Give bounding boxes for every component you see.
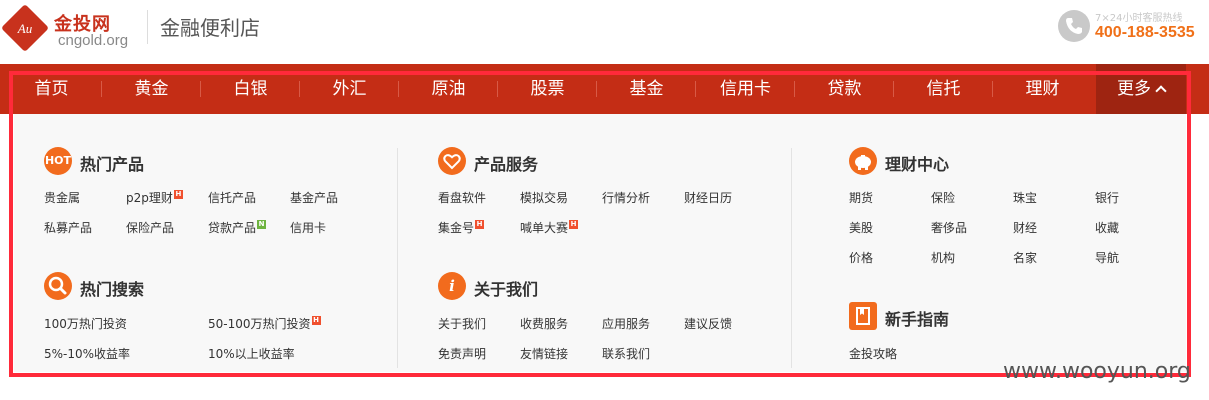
site-header: Au 金投网 cngold.org 金融便利店 7×24小时客服热线 400-1… xyxy=(0,0,1209,64)
link-loan-products[interactable]: 贷款产品 N xyxy=(208,219,267,236)
link-navigation[interactable]: 导航 xyxy=(1095,249,1119,266)
main-nav: 首页 黄金 白银 外汇 原油 股票 基金 信用卡 贷款 信托 理财 更多 xyxy=(0,64,1209,114)
hotline: 7×24小时客服热线 400-188-3535 xyxy=(1058,8,1206,46)
link-fund-products[interactable]: 基金产品 xyxy=(290,189,338,206)
link-p2p[interactable]: p2p理财 H xyxy=(126,189,183,206)
book-icon xyxy=(849,302,877,330)
link-feedback[interactable]: 建议反馈 xyxy=(684,315,732,332)
column-divider xyxy=(791,148,792,368)
nav-item-credit-card[interactable]: 信用卡 xyxy=(696,64,795,114)
hot-tag: H xyxy=(311,316,321,325)
link-insurance[interactable]: 保险 xyxy=(931,189,955,206)
link-jijinhao[interactable]: 集金号 H xyxy=(438,219,485,236)
hot-fire-icon: HOT xyxy=(44,147,72,175)
link-experts[interactable]: 名家 xyxy=(1013,249,1037,266)
about-us-header: i 关于我们 xyxy=(438,272,638,304)
section-title: 理财中心 xyxy=(885,155,950,174)
watermark: www.wooyun.org xyxy=(1003,359,1191,384)
section-title: 产品服务 xyxy=(474,155,539,174)
link-private-products[interactable]: 私募产品 xyxy=(44,219,92,236)
page: Au 金投网 cngold.org 金融便利店 7×24小时客服热线 400-1… xyxy=(0,0,1209,400)
link-luxury[interactable]: 奢侈品 xyxy=(931,219,967,236)
section-title: 热门搜索 xyxy=(80,280,145,299)
link-app-services[interactable]: 应用服务 xyxy=(602,315,650,332)
hot-tag: H xyxy=(173,190,183,199)
site-title: 金融便利店 xyxy=(160,16,260,40)
link-collectibles[interactable]: 收藏 xyxy=(1095,219,1119,236)
nav-item-funds[interactable]: 基金 xyxy=(597,64,696,114)
link-top-investment-1m[interactable]: 100万热门投资 xyxy=(44,315,127,332)
hotline-number: 400-188-3535 xyxy=(1095,24,1195,41)
link-us-stocks[interactable]: 美股 xyxy=(849,219,873,236)
link-insurance-products[interactable]: 保险产品 xyxy=(126,219,174,236)
nav-item-forex[interactable]: 外汇 xyxy=(300,64,399,114)
section-title: 关于我们 xyxy=(474,280,539,299)
nav-item-wealth[interactable]: 理财 xyxy=(993,64,1092,114)
link-futures[interactable]: 期货 xyxy=(849,189,873,206)
au-logo-icon: Au xyxy=(0,3,54,53)
nav-item-gold[interactable]: 黄金 xyxy=(102,64,201,114)
search-icon xyxy=(44,272,72,300)
hot-search-header: 热门搜索 xyxy=(44,272,244,304)
link-about-us[interactable]: 关于我们 xyxy=(438,315,486,332)
link-top-investment-50-100[interactable]: 50-100万热门投资 H xyxy=(208,315,321,332)
link-finance-calendar[interactable]: 财经日历 xyxy=(684,189,732,206)
beginner-guide-header: 新手指南 xyxy=(849,302,1049,334)
link-prices[interactable]: 价格 xyxy=(849,249,873,266)
phone-icon xyxy=(1058,10,1090,42)
piggy-bank-icon xyxy=(849,147,877,175)
link-disclaimer[interactable]: 免责声明 xyxy=(438,345,486,362)
more-dropdown-panel: HOT 热门产品 贵金属 p2p理财 H 信托产品 基金产品 私募产品 保险产品 … xyxy=(14,114,1186,372)
link-friend-links[interactable]: 友情链接 xyxy=(520,345,568,362)
site-logo[interactable]: Au 金投网 cngold.org xyxy=(0,3,142,53)
link-trust-products[interactable]: 信托产品 xyxy=(208,189,256,206)
link-paid-services[interactable]: 收费服务 xyxy=(520,315,568,332)
nav-item-oil[interactable]: 原油 xyxy=(399,64,498,114)
section-title: 新手指南 xyxy=(885,310,950,329)
link-institutions[interactable]: 机构 xyxy=(931,249,955,266)
link-credit-card[interactable]: 信用卡 xyxy=(290,219,326,236)
header-divider xyxy=(147,10,148,44)
link-call-contest[interactable]: 喊单大赛 H xyxy=(520,219,579,236)
link-finance[interactable]: 财经 xyxy=(1013,219,1037,236)
link-yield-10-plus[interactable]: 10%以上收益率 xyxy=(208,345,295,362)
hot-products-header: HOT 热门产品 xyxy=(44,147,244,179)
finance-center-header: 理财中心 xyxy=(849,147,1049,179)
info-icon: i xyxy=(438,272,466,300)
link-chart-software[interactable]: 看盘软件 xyxy=(438,189,486,206)
chevron-up-icon xyxy=(1155,85,1167,97)
nav-item-loans[interactable]: 贷款 xyxy=(795,64,894,114)
column-divider xyxy=(397,148,398,368)
new-tag: N xyxy=(257,220,267,229)
nav-item-trust[interactable]: 信托 xyxy=(894,64,993,114)
nav-more-label: 更多 xyxy=(1117,79,1151,99)
nav-more-button[interactable]: 更多 xyxy=(1096,64,1186,114)
link-contact-us[interactable]: 联系我们 xyxy=(602,345,650,362)
link-jewelry[interactable]: 珠宝 xyxy=(1013,189,1037,206)
link-market-analysis[interactable]: 行情分析 xyxy=(602,189,650,206)
link-banks[interactable]: 银行 xyxy=(1095,189,1119,206)
link-gold-guide[interactable]: 金投攻略 xyxy=(849,345,897,362)
nav-item-home[interactable]: 首页 xyxy=(2,64,101,114)
nav-item-stocks[interactable]: 股票 xyxy=(498,64,597,114)
hotline-label: 7×24小时客服热线 xyxy=(1095,13,1183,24)
hot-tag: H xyxy=(475,220,485,229)
nav-item-silver[interactable]: 白银 xyxy=(201,64,300,114)
section-title: 热门产品 xyxy=(80,155,145,174)
link-precious-metals[interactable]: 贵金属 xyxy=(44,189,80,206)
logo-en-text: cngold.org xyxy=(58,32,129,49)
product-services-header: 产品服务 xyxy=(438,147,638,179)
hot-tag: H xyxy=(569,220,579,229)
heart-icon xyxy=(438,147,466,175)
link-yield-5-10[interactable]: 5%-10%收益率 xyxy=(44,345,130,362)
link-simulated-trading[interactable]: 模拟交易 xyxy=(520,189,568,206)
